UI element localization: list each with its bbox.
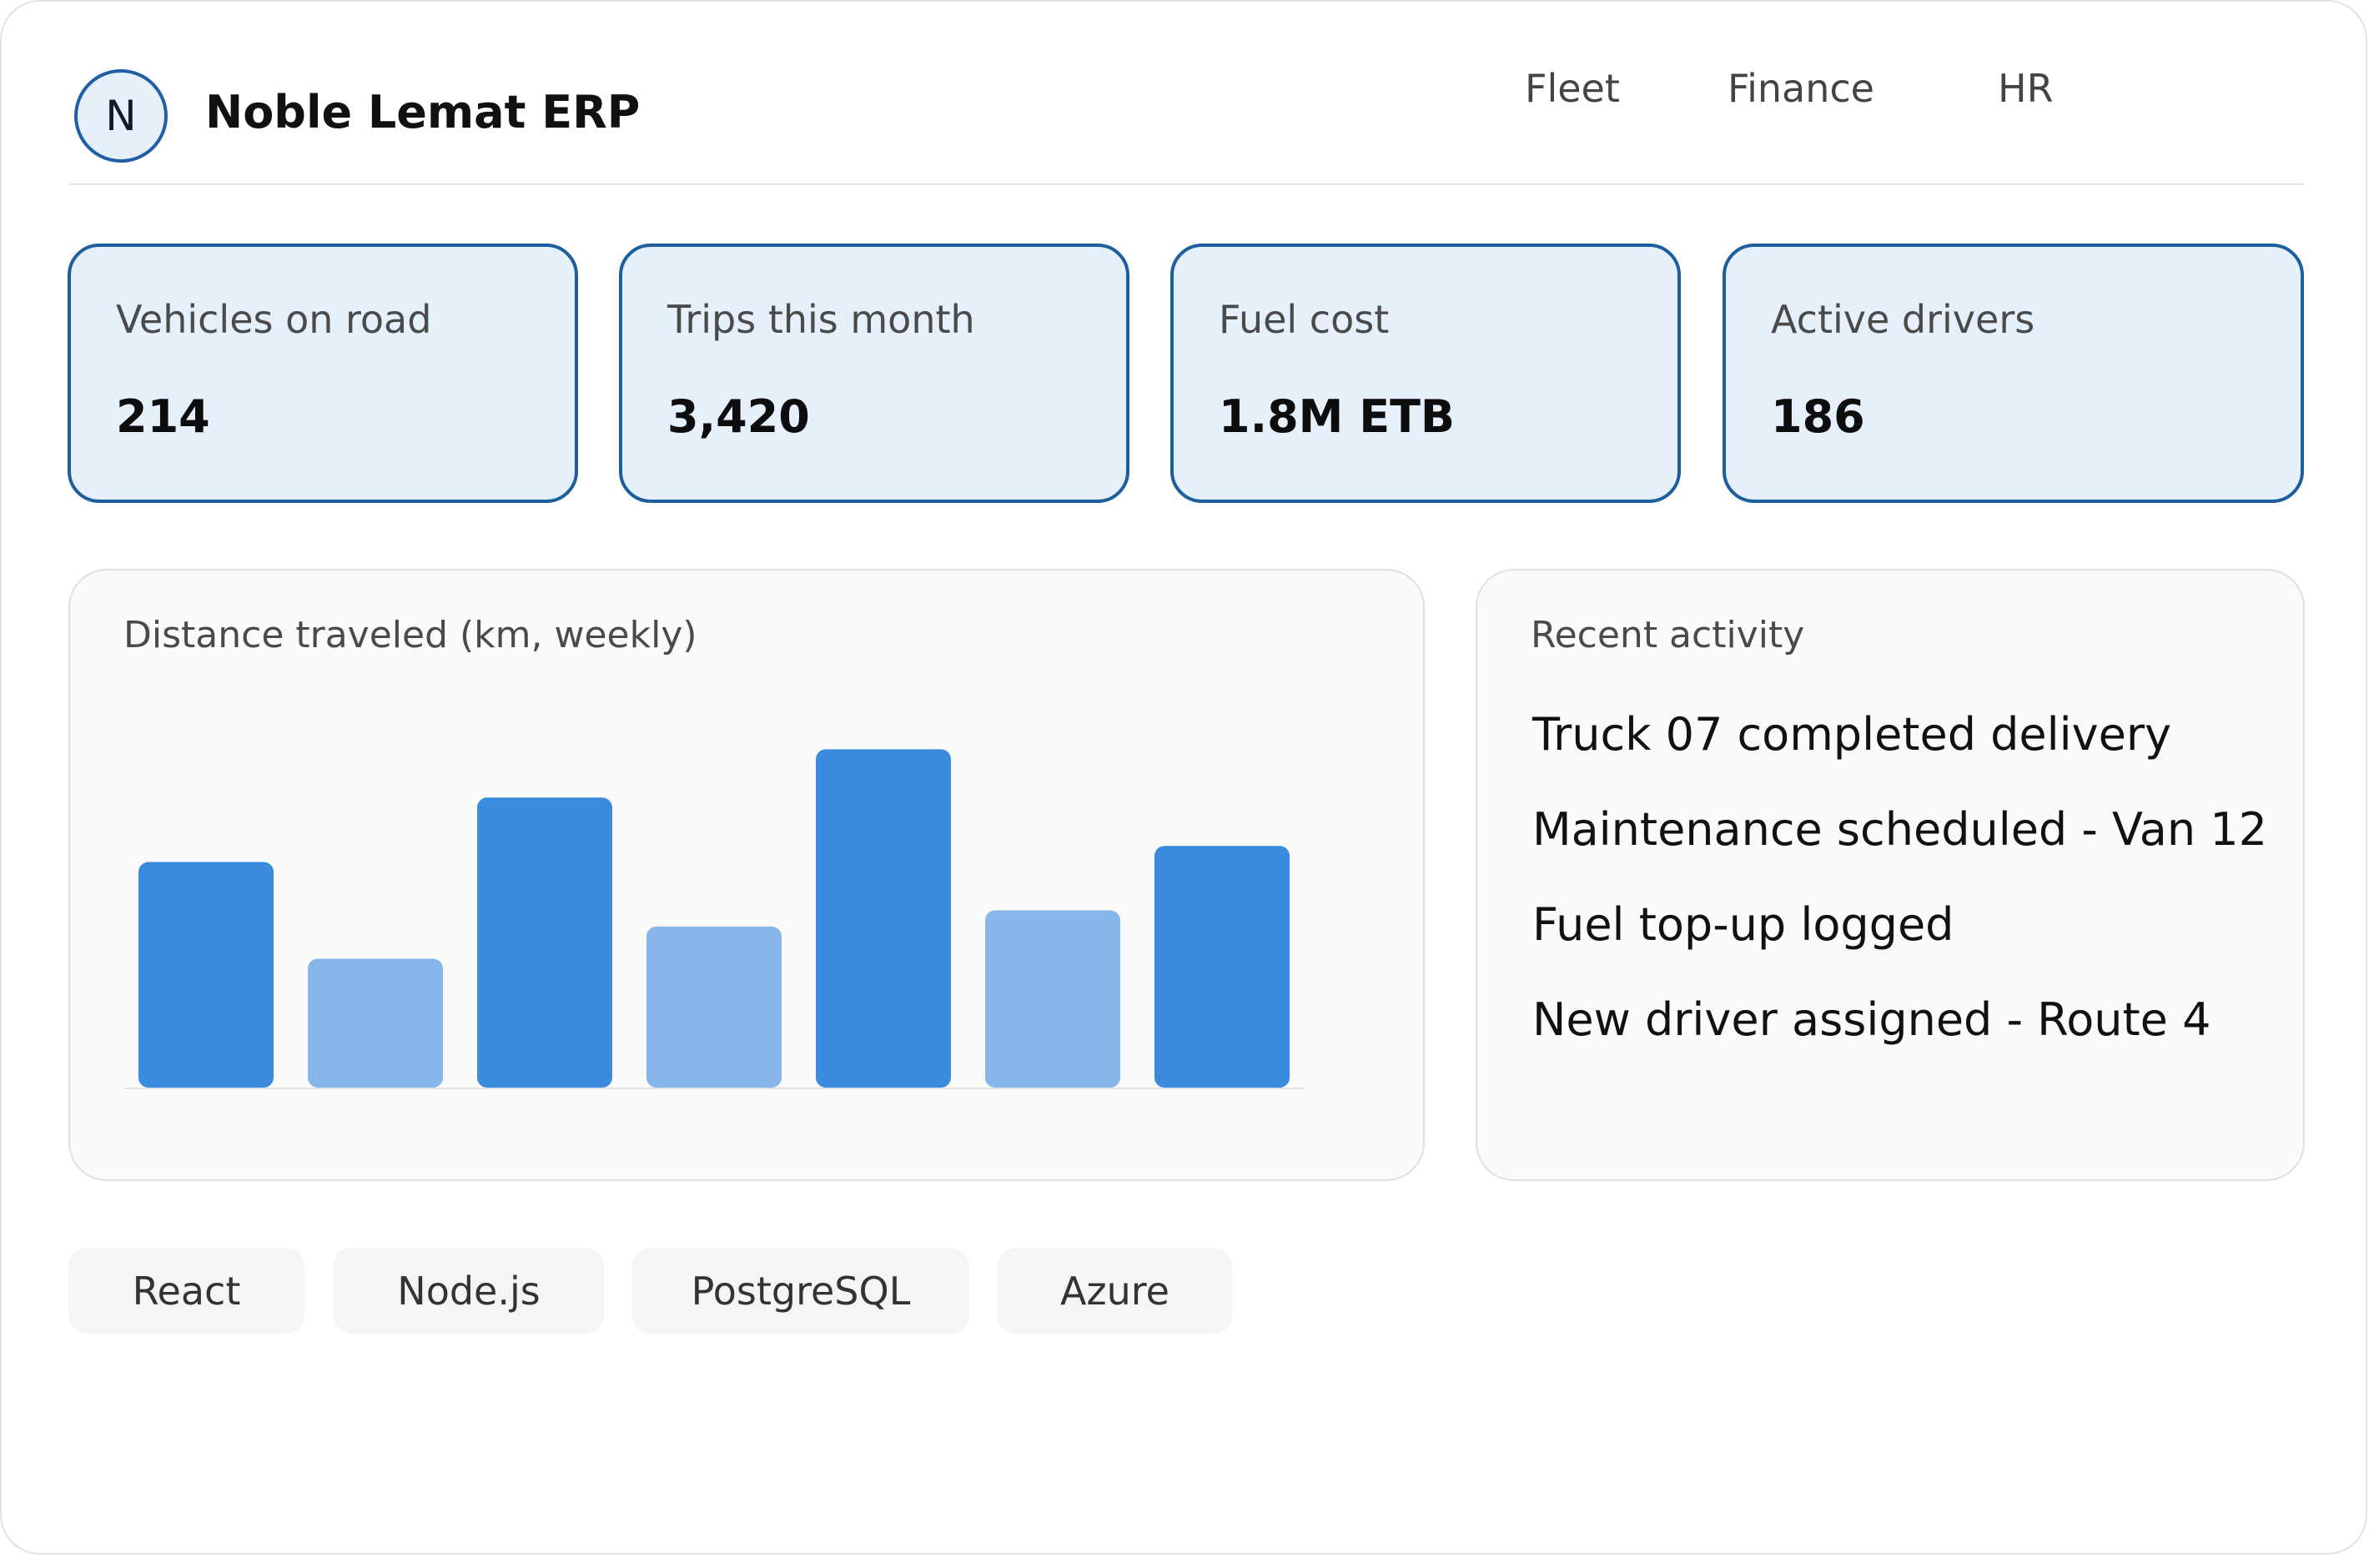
chart-bar[interactable]	[816, 749, 951, 1088]
kpi-card-drivers[interactable]: Active drivers 186	[1723, 244, 2304, 503]
activity-item[interactable]: New driver assigned - Route 4	[1532, 993, 2211, 1046]
nav-item-fleet[interactable]: Fleet	[1525, 66, 1620, 111]
chart-bar[interactable]	[308, 958, 443, 1088]
kpi-card-fuel-cost[interactable]: Fuel cost 1.8M ETB	[1170, 244, 1681, 503]
distance-chart-panel: Distance traveled (km, weekly)	[68, 569, 1425, 1181]
app-logo: N	[74, 69, 168, 163]
header-divider	[69, 183, 2304, 185]
chart-bar[interactable]	[646, 926, 782, 1088]
kpi-value: 186	[1771, 390, 1865, 443]
recent-activity-panel: Recent activity Truck 07 completed deliv…	[1476, 569, 2305, 1181]
tech-tag-postgresql: PostgreSQL	[632, 1248, 969, 1334]
kpi-value: 214	[116, 390, 210, 443]
header: N Noble Lemat ERP Fleet Finance HR	[69, 66, 2305, 184]
chart-bar[interactable]	[138, 862, 274, 1088]
nav-item-hr[interactable]: HR	[1998, 66, 2054, 111]
kpi-label: Active drivers	[1771, 297, 2035, 342]
activity-item[interactable]: Maintenance scheduled - Van 12	[1532, 803, 2267, 856]
kpi-label: Fuel cost	[1219, 297, 1390, 342]
nav-item-finance[interactable]: Finance	[1728, 66, 1874, 111]
tech-tag-azure: Azure	[998, 1248, 1232, 1334]
chart-bar[interactable]	[1154, 846, 1290, 1088]
kpi-label: Vehicles on road	[116, 297, 432, 342]
kpi-value: 3,420	[667, 390, 810, 443]
app-title: Noble Lemat ERP	[205, 86, 641, 138]
kpi-value: 1.8M ETB	[1219, 390, 1456, 443]
kpi-card-vehicles[interactable]: Vehicles on road 214	[68, 244, 578, 503]
kpi-label: Trips this month	[667, 297, 975, 342]
recent-activity-title: Recent activity	[1531, 614, 1805, 656]
activity-item[interactable]: Truck 07 completed delivery	[1532, 708, 2171, 761]
app-window: N Noble Lemat ERP Fleet Finance HR Vehic…	[0, 0, 2367, 1555]
tech-tag-react: React	[68, 1248, 304, 1334]
distance-bar-chart	[124, 749, 1305, 1089]
tech-tag-nodejs: Node.js	[334, 1248, 604, 1334]
chart-bar[interactable]	[477, 797, 612, 1088]
activity-item[interactable]: Fuel top-up logged	[1532, 898, 1954, 951]
chart-bar[interactable]	[985, 910, 1120, 1088]
kpi-card-trips[interactable]: Trips this month 3,420	[619, 244, 1129, 503]
